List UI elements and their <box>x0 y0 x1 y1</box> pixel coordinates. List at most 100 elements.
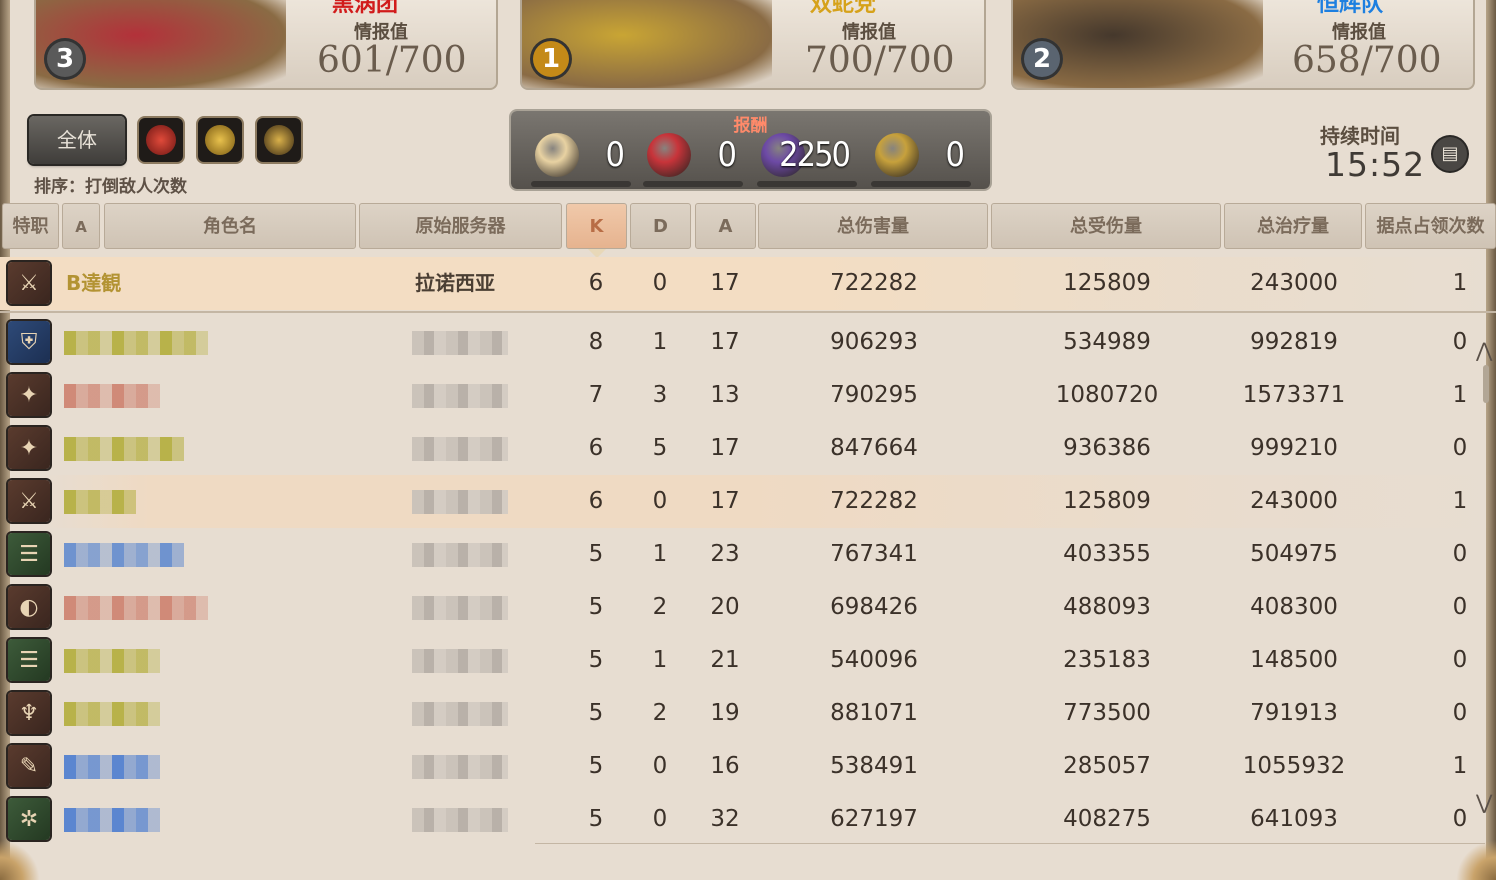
cell-k: 5 <box>588 806 604 832</box>
header-alliance[interactable]: A <box>62 203 100 249</box>
cell-d: 2 <box>652 594 668 620</box>
job-icon: ✦ <box>8 427 50 469</box>
table-row[interactable]: ☰ 5 1 23 767341 403355 504975 0 <box>0 528 1496 581</box>
job-icon: ☰ <box>8 533 50 575</box>
job-icon: ✲ <box>8 798 50 840</box>
cell-cap: 0 <box>1452 594 1468 620</box>
scrollbar-thumb[interactable] <box>1483 365 1489 403</box>
cell-a: 13 <box>710 382 740 408</box>
table-row-self[interactable]: ⚔ B達観 拉诺西亚 6 0 17 722282 125809 243000 1 <box>0 257 1496 310</box>
reward-value: 2250 <box>779 135 851 175</box>
reward-value: 0 <box>945 135 966 175</box>
header-kills[interactable]: K <box>566 203 627 249</box>
divider <box>535 843 1485 844</box>
wolf-mark-icon <box>535 133 579 177</box>
table-row[interactable]: ✦ 6 5 17 847664 936386 999210 0 <box>0 422 1496 475</box>
cell-dmg: 847664 <box>830 435 918 461</box>
gold-medal-icon <box>875 133 919 177</box>
cell-taken: 125809 <box>1063 270 1151 296</box>
job-icon: ♆ <box>8 692 50 734</box>
character-name-blurred <box>64 808 160 832</box>
filter-all-button[interactable]: 全体 <box>29 116 125 164</box>
table-row[interactable]: ⚔ 6 0 17 722282 125809 243000 1 <box>0 475 1496 528</box>
cell-a: 23 <box>710 541 740 567</box>
immortal-flames-emblem-icon <box>264 125 294 155</box>
cell-cap: 0 <box>1452 647 1468 673</box>
maelstrom-emblem-icon <box>146 125 176 155</box>
cell-heal: 408300 <box>1250 594 1338 620</box>
cell-heal: 148500 <box>1250 647 1338 673</box>
home-world-blurred <box>412 384 508 408</box>
header-total-damage[interactable]: 总伤害量 <box>758 203 988 249</box>
scroll-up-icon[interactable]: ⋀ <box>1476 338 1492 362</box>
cell-cap: 1 <box>1452 753 1468 779</box>
table-row[interactable]: ☰ 5 1 21 540096 235183 148500 0 <box>0 634 1496 687</box>
cell-a: 17 <box>710 488 740 514</box>
cell-d: 0 <box>652 488 668 514</box>
cell-k: 6 <box>588 435 604 461</box>
cell-heal: 504975 <box>1250 541 1338 567</box>
filter-maelstrom-button[interactable] <box>139 118 183 162</box>
intel-value: 601/700 <box>317 40 467 81</box>
cell-dmg: 906293 <box>830 329 918 355</box>
home-world-blurred <box>412 755 508 779</box>
cell-heal: 1055932 <box>1242 753 1346 779</box>
cell-d: 0 <box>652 753 668 779</box>
header-character-name[interactable]: 角色名 <box>104 203 356 249</box>
cell-a: 17 <box>710 435 740 461</box>
header-job[interactable]: 特职 <box>2 203 59 249</box>
cell-taken: 408275 <box>1063 806 1151 832</box>
log-button[interactable]: ▤ <box>1433 137 1467 171</box>
table-row[interactable]: ✎ 5 0 16 538491 285057 1055932 1 <box>0 740 1496 793</box>
rank-badge: 2 <box>1021 38 1063 80</box>
cell-k: 5 <box>588 700 604 726</box>
header-total-healing[interactable]: 总治疗量 <box>1224 203 1362 249</box>
filter-twin-adder-button[interactable] <box>198 118 242 162</box>
reward-item: 2250 <box>747 129 857 187</box>
table-row[interactable]: ⛨ 8 1 17 906293 534989 992819 0 <box>0 316 1496 369</box>
document-icon: ▤ <box>1441 143 1459 164</box>
home-world-blurred <box>412 437 508 461</box>
cell-dmg: 790295 <box>830 382 918 408</box>
job-icon: ◐ <box>8 586 50 628</box>
character-name-blurred <box>64 755 160 779</box>
cell-taken: 285057 <box>1063 753 1151 779</box>
cell-d: 1 <box>652 647 668 673</box>
job-icon: ⚔ <box>8 480 50 522</box>
cell-heal: 992819 <box>1250 329 1338 355</box>
table-row[interactable]: ◐ 5 2 20 698426 488093 408300 0 <box>0 581 1496 634</box>
filter-immortal-flames-button[interactable] <box>257 118 301 162</box>
cell-d: 0 <box>652 806 668 832</box>
cell-k: 6 <box>588 488 604 514</box>
cell-heal: 791913 <box>1250 700 1338 726</box>
character-name: B達観 <box>66 271 122 295</box>
cell-k: 6 <box>588 270 604 296</box>
character-name-blurred <box>64 437 184 461</box>
cell-heal: 243000 <box>1250 270 1338 296</box>
reward-item: 0 <box>633 129 743 187</box>
character-name-blurred <box>64 490 136 514</box>
header-deaths[interactable]: D <box>630 203 691 249</box>
table-row[interactable]: ✦ 7 3 13 790295 1080720 1573371 1 <box>0 369 1496 422</box>
intel-value: 700/700 <box>805 40 955 81</box>
rank-badge: 3 <box>44 38 86 80</box>
table-row[interactable]: ✲ 5 0 32 627197 408275 641093 0 <box>0 793 1496 846</box>
header-damage-taken[interactable]: 总受伤量 <box>991 203 1221 249</box>
cell-taken: 488093 <box>1063 594 1151 620</box>
header-assists[interactable]: A <box>695 203 756 249</box>
home-world-blurred <box>412 649 508 673</box>
home-world-blurred <box>412 596 508 620</box>
scroll-down-icon[interactable]: ⋁ <box>1476 790 1492 814</box>
table-row[interactable]: ♆ 5 2 19 881071 773500 791913 0 <box>0 687 1496 740</box>
cell-dmg: 722282 <box>830 488 918 514</box>
cell-d: 3 <box>652 382 668 408</box>
header-home-world[interactable]: 原始服务器 <box>359 203 562 249</box>
home-world-blurred <box>412 331 508 355</box>
character-name-blurred <box>64 331 208 355</box>
cell-heal: 999210 <box>1250 435 1338 461</box>
cell-taken: 125809 <box>1063 488 1151 514</box>
header-captures[interactable]: 据点占领次数 <box>1365 203 1496 249</box>
job-icon: ⛨ <box>8 321 50 363</box>
rank-badge: 1 <box>530 38 572 80</box>
cell-k: 5 <box>588 647 604 673</box>
